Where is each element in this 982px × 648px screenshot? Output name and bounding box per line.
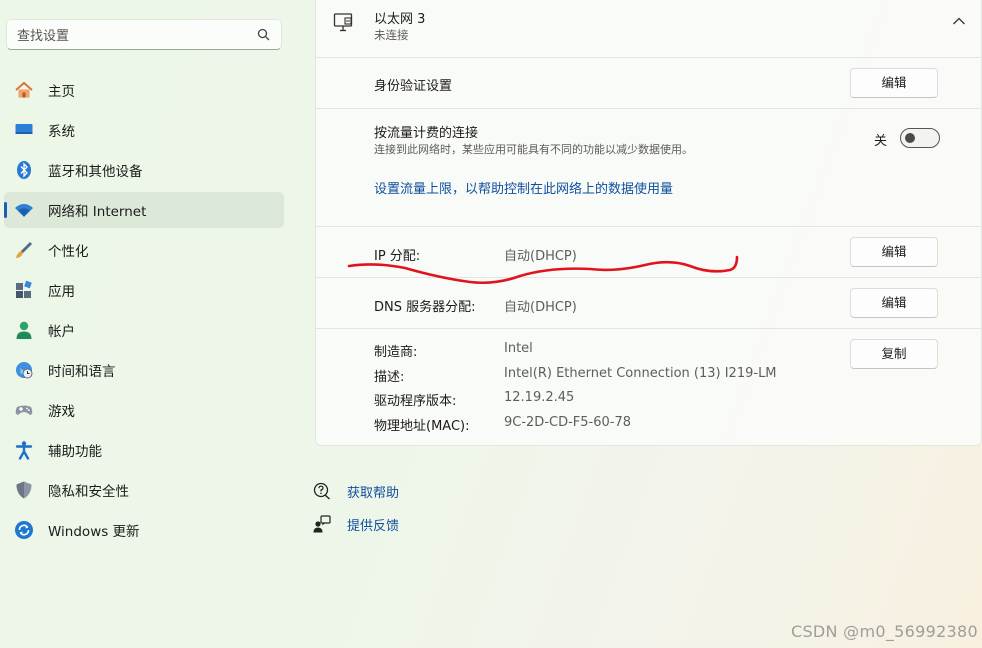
divider — [316, 57, 982, 58]
metered-toggle-state: 关 — [874, 134, 888, 149]
windows-update-icon — [15, 521, 33, 539]
metered-connection-label: 按流量计费的连接 — [374, 126, 479, 141]
sidebar-item-label: 蓝牙和其他设备 — [48, 164, 143, 180]
sidebar-item-home[interactable]: 主页 — [4, 72, 284, 108]
help-chat-icon — [313, 482, 330, 500]
manufacturer-value: Intel — [504, 341, 533, 356]
sidebar-item-windows-update[interactable]: Windows 更新 — [4, 512, 284, 548]
description-label: 描述: — [374, 370, 405, 385]
monitor-icon — [15, 124, 33, 134]
search-box[interactable] — [6, 19, 282, 50]
home-icon — [15, 81, 33, 98]
mac-address-value: 9C-2D-CD-F5-60-78 — [504, 415, 632, 430]
sidebar-item-accessibility[interactable]: 辅助功能 — [4, 432, 284, 468]
dns-assignment-value: 自动(DHCP) — [504, 300, 577, 315]
sidebar-item-label: Windows 更新 — [48, 524, 140, 540]
sidebar-item-label: 辅助功能 — [48, 444, 102, 460]
gamepad-icon — [15, 405, 33, 415]
bluetooth-icon — [17, 161, 31, 179]
sidebar-item-label: 帐户 — [48, 324, 75, 340]
sidebar-item-label: 隐私和安全性 — [48, 484, 129, 500]
sidebar-nav: 主页 系统 蓝牙和其他设备 网络和 Internet 个性化 应用 帐户 时间和… — [4, 72, 284, 552]
driver-version-value: 12.19.2.45 — [504, 390, 575, 405]
dns-assignment-label: DNS 服务器分配: — [374, 300, 476, 315]
sidebar-item-apps[interactable]: 应用 — [4, 272, 284, 308]
auth-settings-label: 身份验证设置 — [374, 79, 453, 94]
wifi-icon — [15, 204, 33, 217]
ethernet-properties-card: 以太网 3 未连接 身份验证设置 编辑 按流量计费的连接 连接到此网络时，某些应… — [315, 0, 982, 446]
manufacturer-label: 制造商: — [374, 345, 418, 360]
sidebar-item-label: 个性化 — [48, 244, 89, 260]
driver-version-label: 驱动程序版本: — [374, 394, 457, 409]
sidebar-item-label: 主页 — [48, 84, 75, 100]
chevron-up-icon[interactable] — [952, 16, 966, 26]
give-feedback-label: 提供反馈 — [347, 519, 400, 534]
brush-icon — [16, 242, 32, 258]
accessibility-icon — [15, 441, 33, 460]
dns-edit-button[interactable]: 编辑 — [850, 288, 938, 318]
auth-edit-button[interactable]: 编辑 — [850, 68, 938, 98]
apps-icon — [16, 280, 32, 298]
sidebar-item-privacy[interactable]: 隐私和安全性 — [4, 472, 284, 508]
search-input[interactable] — [15, 25, 249, 47]
sidebar-item-label: 网络和 Internet — [48, 204, 147, 220]
search-icon[interactable] — [257, 28, 270, 41]
shield-icon — [16, 481, 32, 499]
ip-edit-button[interactable]: 编辑 — [850, 237, 938, 267]
feedback-icon — [313, 515, 331, 533]
data-limit-link[interactable]: 设置流量上限，以帮助控制在此网络上的数据使用量 — [374, 178, 673, 197]
description-value: Intel(R) Ethernet Connection (13) I219-L… — [504, 366, 777, 381]
get-help-link[interactable]: 获取帮助 — [313, 481, 433, 501]
get-help-label: 获取帮助 — [347, 486, 400, 501]
sidebar-item-label: 应用 — [48, 284, 75, 300]
sidebar-item-network[interactable]: 网络和 Internet — [4, 192, 284, 228]
red-annotation-underline — [347, 255, 739, 285]
sidebar-item-system[interactable]: 系统 — [4, 112, 284, 148]
toggle-knob — [905, 133, 915, 143]
sidebar-item-time-language[interactable]: 时间和语言 — [4, 352, 284, 388]
ethernet-computer-icon — [333, 13, 353, 32]
give-feedback-link[interactable]: 提供反馈 — [313, 514, 433, 534]
adapter-name: 以太网 3 — [374, 12, 426, 27]
divider — [316, 328, 982, 329]
sidebar-item-gaming[interactable]: 游戏 — [4, 392, 284, 428]
adapter-status: 未连接 — [374, 28, 409, 42]
divider — [316, 108, 982, 109]
metered-toggle[interactable] — [900, 128, 940, 148]
sidebar-item-label: 时间和语言 — [48, 364, 116, 380]
person-icon — [16, 321, 32, 339]
mac-address-label: 物理地址(MAC): — [374, 419, 470, 434]
metered-connection-description: 连接到此网络时，某些应用可能具有不同的功能以减少数据使用。 — [374, 143, 693, 156]
copy-button[interactable]: 复制 — [850, 339, 938, 369]
divider — [316, 226, 982, 227]
watermark: CSDN @m0_56992380 — [790, 622, 978, 641]
globe-clock-icon — [16, 362, 33, 379]
sidebar-item-label: 游戏 — [48, 404, 75, 420]
sidebar-item-bluetooth[interactable]: 蓝牙和其他设备 — [4, 152, 284, 188]
sidebar-item-personalization[interactable]: 个性化 — [4, 232, 284, 268]
sidebar-item-accounts[interactable]: 帐户 — [4, 312, 284, 348]
sidebar-item-label: 系统 — [48, 124, 75, 140]
